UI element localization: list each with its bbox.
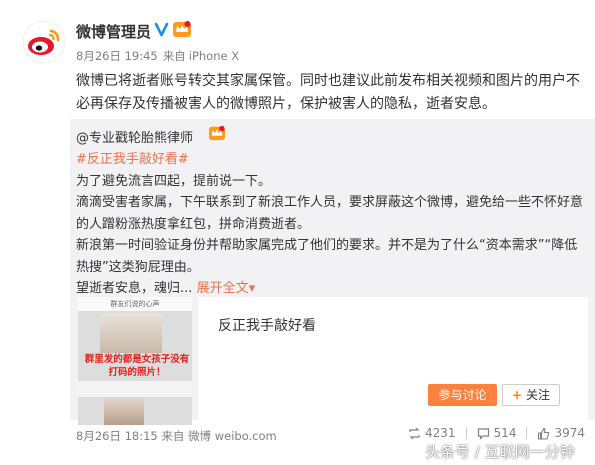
- divider: [465, 427, 467, 439]
- repost-source: 微博 weibo.com: [188, 429, 277, 443]
- vip-crown-icon[interactable]: [172, 20, 192, 38]
- post-time[interactable]: 8月26日 19:45: [76, 49, 158, 63]
- like-icon: [538, 427, 550, 440]
- thumbnail-caption: 群里发的都是女孩子没有打码的照片！: [84, 354, 190, 378]
- repost-stats: 4231 514 3974: [408, 426, 585, 440]
- thumbnail-photo: [100, 313, 162, 353]
- weibo-logo-icon[interactable]: [22, 20, 66, 64]
- via-label: 来自: [162, 49, 186, 63]
- watermark-text: 头条号 / 互联网一分钟: [425, 443, 575, 461]
- repost-count: 4231: [425, 426, 456, 440]
- chevron-down-icon[interactable]: ▾: [249, 281, 256, 296]
- repost-icon: [409, 427, 420, 439]
- follow-button[interactable]: + 关注: [502, 384, 560, 406]
- join-discussion-button[interactable]: 参与讨论: [428, 384, 497, 406]
- repost-line-2: 滴滴受害者家属，下午联系到了新浪工作人员，要求屏蔽这个微博，避免给一些不怀好意的…: [76, 195, 584, 232]
- author-name[interactable]: 微博管理员: [76, 21, 151, 42]
- plus-icon: +: [511, 388, 523, 402]
- comment-icon: [477, 427, 489, 440]
- repost-meta: 8月26日 18:15 来自 微博 weibo.com: [76, 428, 277, 444]
- post-device: iPhone X: [188, 49, 240, 63]
- follow-label: 关注: [526, 388, 551, 402]
- expand-full-text-link[interactable]: 展开全文▾: [197, 281, 256, 296]
- repost-via: 来自: [161, 429, 185, 443]
- repost-line-4-text: 望逝者安息，魂归: [76, 281, 181, 296]
- thumbnail-row: [78, 381, 192, 397]
- repost-line-3: 新浪第一时间验证身份并帮助家属完成了他们的要求。并不是为了什么“资本需求”“降低…: [76, 238, 578, 275]
- repost-card: @专业戳轮胎熊律师 #反正我手敲好看# 为了避免流言四起，提前说一下。 滴滴受害…: [70, 119, 595, 443]
- repost-text: #反正我手敲好看# 为了避免流言四起，提前说一下。 滴滴受害者家属，下午联系到了…: [76, 149, 588, 300]
- verified-icon: [154, 22, 169, 37]
- topic-card[interactable]: 反正我手敲好看 参与讨论 + 关注: [198, 297, 588, 425]
- repost-author-name[interactable]: @专业戳轮胎熊律师: [76, 131, 193, 146]
- comment-count-button[interactable]: 514: [477, 426, 517, 440]
- ellipsis: ...: [180, 281, 193, 296]
- hashtag-link[interactable]: #反正我手敲好看#: [76, 149, 588, 171]
- vip-crown-icon: [209, 125, 225, 141]
- topic-title[interactable]: 反正我手敲好看: [218, 315, 316, 335]
- repost-time[interactable]: 8月26日 18:15: [76, 429, 158, 443]
- weibo-post: 微博管理员 8月26日 19:45 来自 iPhone X 微博已将逝者账号转交其家…: [0, 0, 595, 465]
- expand-label[interactable]: 展开全文: [197, 281, 249, 296]
- divider: [526, 427, 528, 439]
- repost-author[interactable]: @专业戳轮胎熊律师: [76, 127, 193, 146]
- thumbnail-image[interactable]: 群友们说的心声 群里发的都是女孩子没有打码的照片！: [78, 297, 192, 425]
- thumbnail-header: 群友们说的心声: [78, 297, 192, 311]
- post-text: 微博已将逝者账号转交其家属保管。同时也建议此前发布相关视频和图片的用户不必再保存…: [76, 73, 580, 112]
- thumbnail-photo-2: [104, 397, 144, 425]
- like-count-button[interactable]: 3974: [537, 426, 585, 440]
- like-count: 3974: [554, 426, 585, 440]
- post-meta: 8月26日 19:45 来自 iPhone X: [76, 48, 239, 64]
- repost-line-1: 为了避免流言四起，提前说一下。: [76, 173, 272, 189]
- repost-count-button[interactable]: 4231: [408, 426, 456, 440]
- comment-count: 514: [493, 426, 517, 440]
